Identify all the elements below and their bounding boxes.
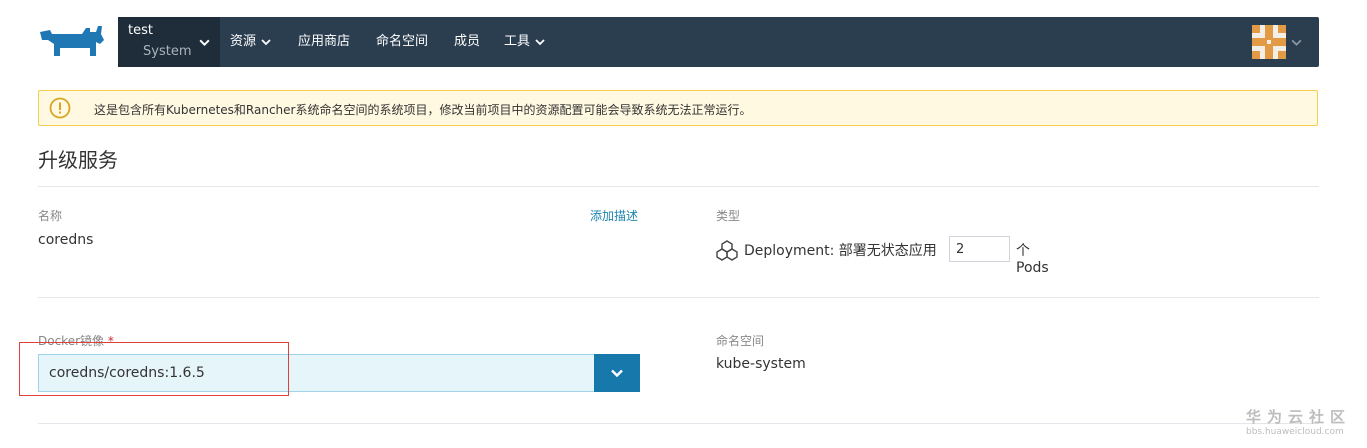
nav-resources[interactable]: 资源 [230, 17, 272, 67]
top-navigation-bar: test System 资源 应用商店 命名空间 成员 工具 [118, 17, 1319, 67]
nav-resources-label: 资源 [230, 34, 257, 49]
type-label: 类型 [716, 209, 741, 223]
project-switcher[interactable]: test System [118, 17, 220, 67]
scale-unit: 个Pods [1016, 243, 1049, 276]
divider [38, 297, 1319, 298]
image-dropdown-button[interactable] [594, 354, 640, 392]
scale-input[interactable] [949, 236, 1010, 262]
add-description-link[interactable]: 添加描述 [590, 207, 638, 224]
namespace-value: kube-system [716, 356, 806, 372]
name-label: 名称 [38, 209, 63, 223]
nav-members[interactable]: 成员 [454, 17, 480, 67]
project-name: System [143, 44, 192, 59]
nav-catalog-label: 应用商店 [298, 34, 351, 49]
annotation-highlight-box [19, 342, 289, 396]
workload-pods-icon [716, 240, 738, 261]
watermark-title: 华为云社区 [1246, 408, 1352, 426]
user-avatar-icon[interactable] [1252, 25, 1286, 59]
chevron-down-icon [261, 38, 271, 45]
divider [38, 186, 1319, 187]
workload-type-text: Deployment: 部署无状态应用 [744, 243, 937, 259]
cluster-name: test [128, 23, 153, 38]
warning-text: 这是包含所有Kubernetes和Rancher系统命名空间的系统项目，修改当前… [94, 103, 752, 117]
chevron-down-icon [611, 369, 623, 378]
rancher-logo-icon[interactable] [38, 22, 106, 62]
nav-catalog[interactable]: 应用商店 [298, 17, 350, 67]
namespace-label: 命名空间 [716, 334, 765, 348]
chevron-down-icon [199, 39, 210, 47]
warning-circle-icon [49, 97, 71, 119]
system-project-warning-banner: 这是包含所有Kubernetes和Rancher系统命名空间的系统项目，修改当前… [38, 90, 1318, 126]
divider [38, 423, 1319, 424]
watermark-url: bbs.huaweicloud.com [1246, 427, 1344, 437]
nav-tools-label: 工具 [504, 34, 531, 49]
nav-tools[interactable]: 工具 [504, 17, 546, 67]
chevron-down-icon[interactable] [1290, 36, 1303, 49]
page-title: 升级服务 [38, 148, 118, 172]
name-value: coredns [38, 232, 94, 248]
nav-namespaces[interactable]: 命名空间 [376, 17, 428, 67]
nav-members-label: 成员 [454, 34, 481, 49]
chevron-down-icon [535, 38, 545, 45]
nav-namespaces-label: 命名空间 [376, 34, 429, 49]
